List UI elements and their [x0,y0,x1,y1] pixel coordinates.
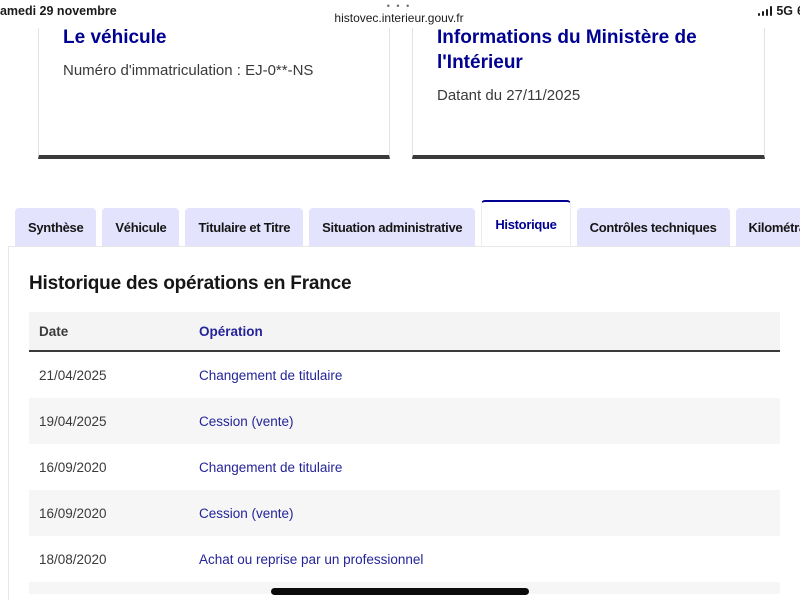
table-row: 18/08/2020 Achat ou reprise par un profes… [29,536,780,582]
table-row: 19/04/2025 Cession (vente) [29,398,780,444]
tab-v-hicule[interactable]: Véhicule [102,208,180,246]
column-header-date: Date [39,323,69,339]
ministry-card-title: Informations du Ministère de l'Intérieur [437,28,697,73]
column-header-operation: Opération [199,323,263,339]
ministry-info-card: Informations du Ministère de l'Intérieur… [412,28,765,159]
operation-label: Changement de titulaire [199,459,343,475]
operation-date: 18/08/2020 [39,551,107,567]
more-dots-icon[interactable]: • • • [334,2,463,11]
operation-label: Achat ou reprise par un professionnel [199,551,424,567]
vehicle-card: Le véhicule Numéro d'immatriculation : E… [38,28,390,159]
operations-table: Date Opération 21/04/2025 Changement de t… [29,312,780,594]
histovec-page: samedi 29 novembre • • • histovec.interi… [0,0,800,600]
operation-label: Cession (vente) [199,413,294,429]
tab-situation-administrative[interactable]: Situation administrative [309,208,476,246]
vehicle-card-title: Le véhicule [63,28,167,48]
tab-synth-se[interactable]: Synthèse [15,208,97,246]
cellular-signal-icon [757,6,773,18]
network-type: 5G [776,4,794,18]
operation-label: Changement de titulaire [199,367,343,383]
status-bar: samedi 29 novembre • • • histovec.interi… [0,0,800,28]
table-row: 16/09/2020 Changement de titulaire [29,444,780,490]
table-row: 16/09/2020 Cession (vente) [29,490,780,536]
page-title: Historique des opérations en France [29,273,352,294]
tab-kilom-trage[interactable]: Kilométrage [735,208,800,246]
home-indicator[interactable] [271,588,529,595]
historique-panel: Historique des opérations en France Date… [8,246,800,600]
operation-date: 19/04/2025 [39,413,107,429]
tab-bar: Synthèse Véhicule Titulaire et Titre Situat… [15,200,800,246]
tab-contr-les-techniques[interactable]: Contrôles techniques [576,208,730,246]
data-date: Datant du 27/11/2025 [437,87,581,104]
status-date: samedi 29 novembre [0,4,117,18]
table-header-row: Date Opération [29,312,780,352]
address-url[interactable]: histovec.interieur.gouv.fr [334,11,463,25]
table-row: 21/04/2025 Changement de titulaire [29,352,780,398]
operation-label: Cession (vente) [199,505,294,521]
operation-date: 16/09/2020 [39,459,107,475]
tab-titulaire-et-titre[interactable]: Titulaire et Titre [185,208,304,246]
tab-historique[interactable]: Historique [481,200,571,246]
registration-number: Numéro d'immatriculation : EJ-0**-NS [63,62,314,79]
operation-date: 16/09/2020 [39,505,107,521]
operation-date: 21/04/2025 [39,367,107,383]
